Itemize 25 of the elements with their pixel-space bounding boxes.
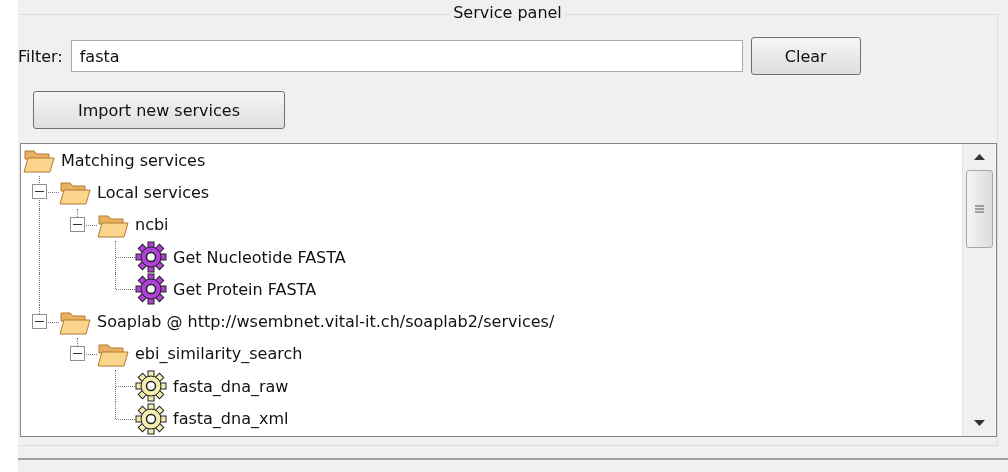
tree-item[interactable]: Matching services bbox=[61, 150, 206, 170]
tree-item[interactable]: ebi_similarity_search bbox=[135, 344, 303, 364]
tree-item[interactable]: ncbi bbox=[135, 215, 169, 235]
collapse-icon[interactable] bbox=[32, 184, 47, 200]
collapse-icon[interactable] bbox=[32, 313, 47, 329]
tree-item[interactable]: Get Protein FASTA bbox=[173, 279, 317, 299]
scroll-down-icon[interactable] bbox=[974, 420, 985, 426]
collapse-icon[interactable] bbox=[70, 345, 85, 361]
panel-title: Service panel bbox=[450, 3, 565, 23]
tree-item[interactable]: fasta_dna_raw bbox=[173, 376, 289, 396]
folder-icon bbox=[23, 147, 55, 174]
tree-item[interactable]: Soaplab @ http://wsembnet.vital-it.ch/soaplab2/services/ bbox=[97, 312, 555, 332]
filter-field[interactable]: fasta bbox=[70, 40, 743, 72]
scroll-up-icon[interactable] bbox=[974, 154, 985, 160]
scrollbar[interactable] bbox=[962, 144, 996, 436]
tree-item[interactable]: Get Nucleotide FASTA bbox=[173, 247, 346, 267]
import-services-button[interactable]: Import new services bbox=[33, 91, 285, 129]
grip-icon bbox=[975, 204, 984, 214]
tree-item[interactable]: fasta_dna_xml bbox=[173, 409, 289, 428]
folder-icon bbox=[59, 179, 91, 206]
collapse-icon[interactable] bbox=[70, 216, 85, 232]
scroll-thumb[interactable] bbox=[966, 170, 993, 248]
clear-button[interactable]: Clear bbox=[750, 37, 861, 75]
tree-item[interactable]: Local services bbox=[97, 182, 210, 202]
filter-label: Filter: bbox=[18, 46, 63, 66]
